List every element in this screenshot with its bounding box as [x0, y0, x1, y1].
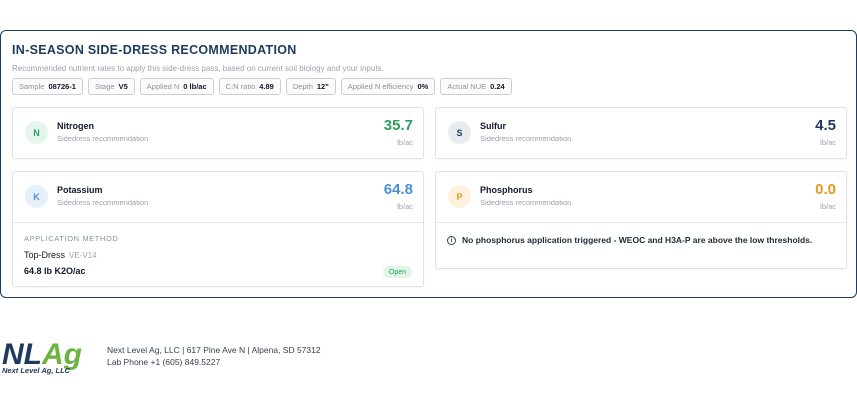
- chip-applied-n: Applied N0 lb/ac: [139, 78, 214, 95]
- application-method-name: Top-Dress: [24, 250, 66, 260]
- sulfur-value: 4.5: [815, 117, 836, 134]
- sulfur-card: S Sulfur Sidedress recommendation 4.5 lb…: [435, 107, 847, 159]
- nitrogen-unit: lb/ac: [397, 138, 413, 147]
- sulfur-subtitle: Sidedress recommendation: [480, 134, 572, 143]
- sulfur-badge-icon: S: [448, 121, 471, 144]
- application-rate: 64.8 lb K2O/ac: [24, 266, 86, 276]
- info-icon: i: [447, 236, 456, 245]
- sulfur-name: Sulfur: [480, 121, 506, 131]
- sulfur-unit: lb/ac: [820, 138, 836, 147]
- nitrogen-subtitle: Sidedress recommendation: [57, 134, 149, 143]
- sulfur-card-header: S Sulfur Sidedress recommendation 4.5 lb…: [436, 108, 846, 158]
- application-stage: VE-V14: [69, 251, 97, 260]
- chip-stage: Stage V5: [87, 78, 135, 95]
- status-badge: Open: [382, 266, 412, 278]
- application-method-label: APPLICATION METHOD: [24, 234, 119, 243]
- potassium-card: K Potassium Sidedress recommendation 64.…: [12, 171, 424, 287]
- nitrogen-value: 35.7: [383, 117, 413, 134]
- nitrogen-badge-icon: N: [25, 121, 48, 144]
- chip-sample: Sample 08726-1: [12, 78, 83, 95]
- potassium-badge-icon: K: [25, 185, 48, 208]
- phosphorus-note: No phosphorus application triggered - WE…: [462, 235, 813, 245]
- potassium-divider: [13, 222, 423, 223]
- nlag-logo: NL Ag Next Level Ag, LLC: [2, 338, 82, 375]
- sample-chips: Sample 08726-1 Stage V5 Applied N0 lb/ac C…: [12, 78, 512, 95]
- potassium-card-header: K Potassium Sidedress recommendation 64.…: [13, 172, 423, 222]
- footer-contact: Next Level Ag, LLC | 617 Pine Ave N | Al…: [107, 344, 321, 368]
- footer-address: Next Level Ag, LLC | 617 Pine Ave N | Al…: [107, 345, 321, 355]
- chip-actual-nue: Actual NUE 0.24: [440, 78, 512, 95]
- phosphorus-subtitle: Sidedress recommendation: [480, 198, 572, 207]
- potassium-value: 64.8: [383, 181, 413, 198]
- chip-depth: Depth 12": [285, 78, 336, 95]
- potassium-name: Potassium: [57, 185, 103, 195]
- recommendation-panel: IN-SEASON SIDE-DRESS RECOMMENDATION Reco…: [0, 30, 857, 298]
- application-method: Top-Dress VE-V14: [24, 250, 97, 260]
- logo-tagline: Next Level Ag, LLC: [2, 366, 71, 375]
- potassium-subtitle: Sidedress recommendation: [57, 198, 149, 207]
- chip-cn-ratio: C:N ratio 4.89: [218, 78, 281, 95]
- phosphorus-value: 0.0: [815, 181, 836, 198]
- phosphorus-card-header: P Phosphorus Sidedress recommendation 0.…: [436, 172, 846, 222]
- nitrogen-card: N Nitrogen Sidedress recommendation 35.7…: [12, 107, 424, 159]
- panel-subtitle: Recommended nutrient rates to apply this…: [12, 64, 384, 73]
- phosphorus-divider: [436, 222, 846, 223]
- nitrogen-card-header: N Nitrogen Sidedress recommendation 35.7…: [13, 108, 423, 158]
- phosphorus-card: P Phosphorus Sidedress recommendation 0.…: [435, 171, 847, 269]
- chip-applied-n-efficiency: Applied N efficiency 0%: [340, 78, 436, 95]
- footer-phone: Lab Phone +1 (605) 849.5227: [107, 357, 221, 367]
- phosphorus-name: Phosphorus: [480, 185, 533, 195]
- panel-title: IN-SEASON SIDE-DRESS RECOMMENDATION: [12, 43, 297, 57]
- potassium-unit: lb/ac: [397, 202, 413, 211]
- phosphorus-badge-icon: P: [448, 185, 471, 208]
- nitrogen-name: Nitrogen: [57, 121, 94, 131]
- phosphorus-unit: lb/ac: [820, 202, 836, 211]
